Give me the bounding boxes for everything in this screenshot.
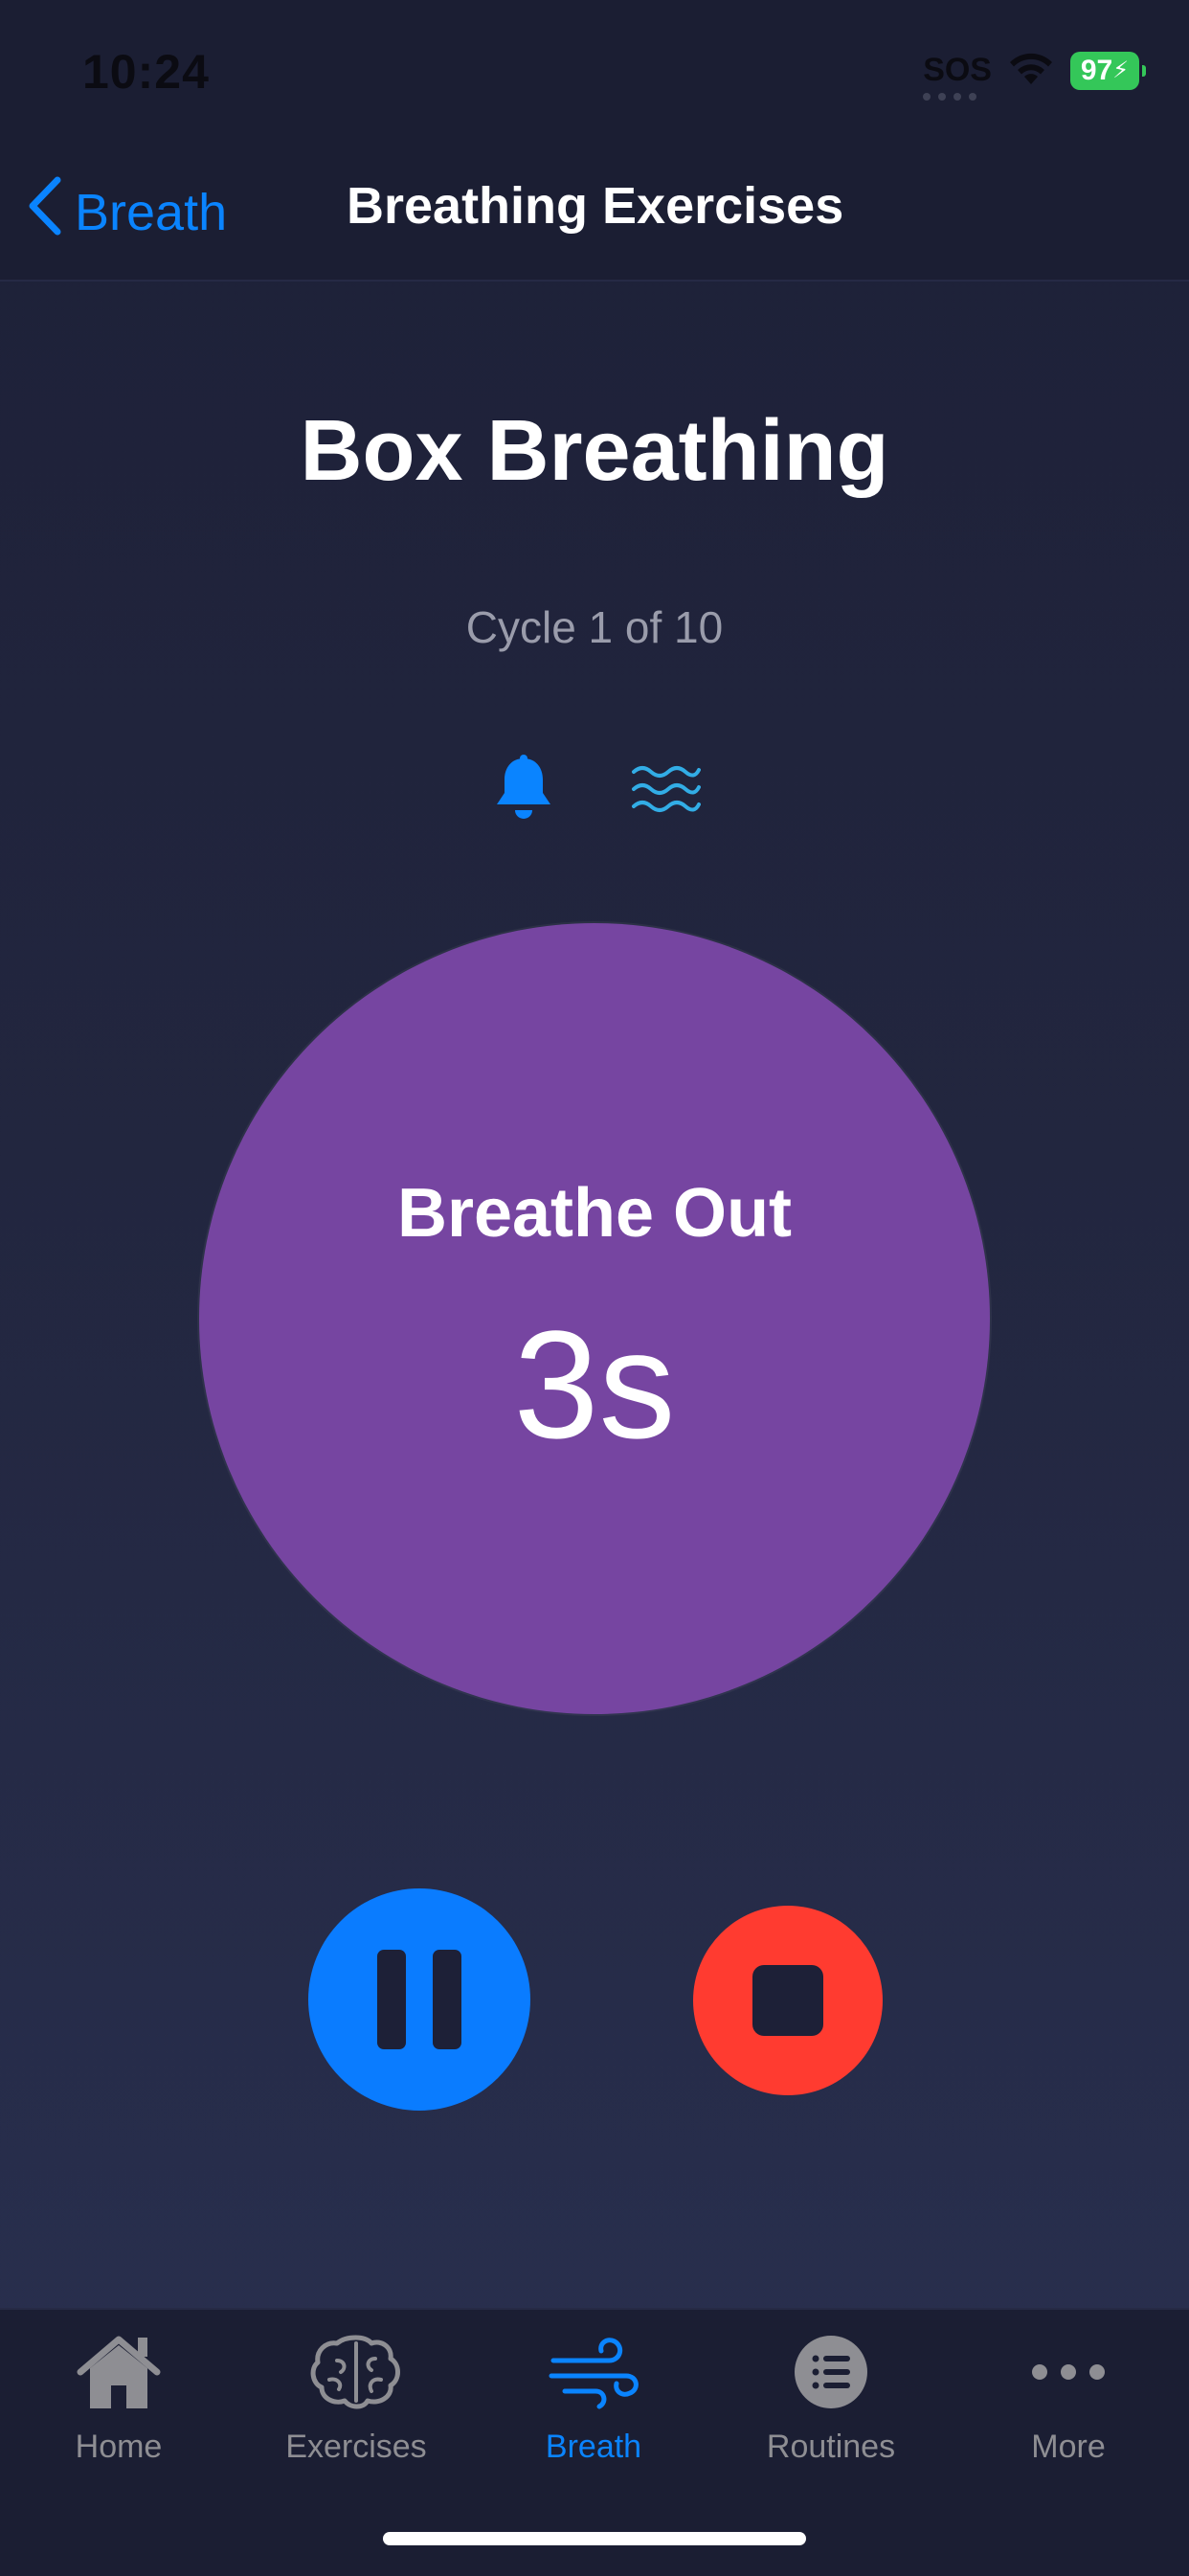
haptics-toggle[interactable]: [627, 753, 704, 829]
waves-icon: [630, 762, 701, 821]
ellipsis-icon: [1016, 2329, 1121, 2415]
battery-level: 97: [1080, 54, 1113, 86]
phase-countdown: 3s: [513, 1299, 676, 1470]
breath-circle: Breathe Out 3s: [199, 923, 990, 1714]
tab-home[interactable]: Home: [0, 2329, 237, 2492]
home-indicator[interactable]: [383, 2532, 806, 2545]
tab-label: Exercises: [285, 2429, 427, 2465]
house-icon: [66, 2329, 171, 2415]
tab-label: Home: [75, 2429, 163, 2465]
tab-breath[interactable]: Breath: [475, 2329, 712, 2492]
tab-label: Breath: [545, 2429, 642, 2465]
sos-indicator: SOS: [923, 52, 992, 101]
list-icon: [778, 2329, 884, 2415]
stop-button[interactable]: [693, 1906, 883, 2095]
signal-dots: [923, 93, 977, 101]
tab-more[interactable]: More: [950, 2329, 1187, 2492]
back-button[interactable]: Breath: [27, 176, 227, 248]
status-bar: 10:24 SOS 97 ⚡: [0, 0, 1189, 134]
pause-icon: [433, 1950, 461, 2049]
wind-icon: [541, 2329, 646, 2415]
wifi-icon: [1007, 50, 1055, 91]
breath-phase: Breathe Out: [396, 1175, 793, 1252]
tab-label: More: [1031, 2429, 1106, 2465]
sound-toggle[interactable]: [485, 753, 562, 829]
tab-exercises[interactable]: Exercises: [237, 2329, 475, 2492]
tab-label: Routines: [766, 2429, 896, 2465]
battery-icon: 97 ⚡: [1070, 51, 1146, 90]
bell-icon: [492, 754, 555, 828]
status-time: 10:24: [82, 45, 210, 99]
pause-button[interactable]: [308, 1888, 530, 2111]
sos-label: SOS: [923, 52, 992, 88]
cycle-counter: Cycle 1 of 10: [465, 602, 724, 652]
stop-icon: [752, 1965, 823, 2036]
navigation-bar: Breath Breathing Exercises: [0, 134, 1189, 282]
session-toggles: [0, 753, 1189, 829]
pause-icon: [377, 1950, 406, 2049]
chevron-left-icon: [27, 176, 65, 248]
back-label: Breath: [75, 183, 228, 241]
nav-title: Breathing Exercises: [347, 177, 844, 235]
exercise-title: Box Breathing: [300, 403, 889, 499]
tab-routines[interactable]: Routines: [712, 2329, 950, 2492]
status-indicators: SOS 97 ⚡: [923, 50, 1146, 101]
brain-icon: [303, 2329, 409, 2415]
